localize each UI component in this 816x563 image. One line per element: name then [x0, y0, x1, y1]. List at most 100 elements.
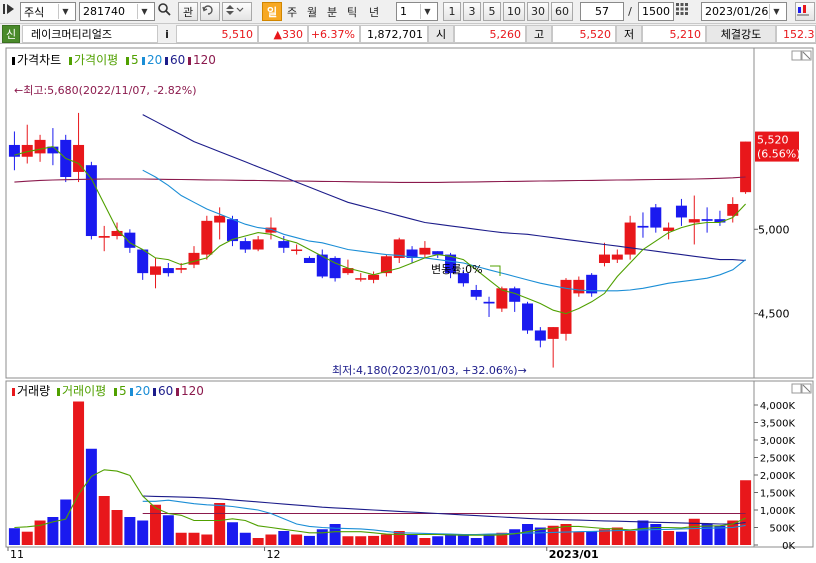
- volume-bar: [265, 534, 277, 545]
- candle-body: [701, 219, 713, 221]
- candle-body: [611, 254, 623, 260]
- period-tick-button[interactable]: 틱: [343, 2, 361, 21]
- date-select[interactable]: 2023/01/26 ▼: [701, 2, 787, 21]
- volume-tick-label: 4,000K: [760, 401, 796, 412]
- grid-settings-icon[interactable]: [675, 2, 695, 21]
- candle-body: [278, 241, 290, 248]
- volume-bar: [663, 531, 675, 545]
- market-type-select[interactable]: 주식 ▼: [20, 2, 76, 21]
- interval-select[interactable]: 1 ▼: [396, 2, 438, 21]
- volume-bar: [573, 531, 585, 545]
- total-count-field[interactable]: 1500: [638, 2, 674, 21]
- current-price: 5,510: [176, 25, 258, 43]
- candle-body: [85, 165, 97, 237]
- watchlist-button[interactable]: 관: [178, 2, 198, 21]
- volume-tick-label: 2,500K: [760, 454, 796, 465]
- volume-bar: [406, 534, 418, 545]
- open-label: 시: [428, 25, 454, 43]
- volume-maximize-icon: [791, 383, 802, 394]
- volume-title: 거래량: [17, 384, 50, 398]
- interval-3-button[interactable]: 3: [463, 2, 481, 21]
- interval-60-button[interactable]: 60: [551, 2, 573, 21]
- low-price: 5,210: [642, 25, 706, 43]
- scroll-stepper[interactable]: [222, 2, 252, 21]
- candle-body: [201, 220, 213, 255]
- chart-type-icon[interactable]: [795, 2, 815, 21]
- volume-bar: [21, 531, 33, 545]
- volume-legend-item: 120: [181, 384, 204, 398]
- volume-bar: [483, 534, 495, 545]
- candle-body: [419, 247, 431, 255]
- interval-10-button[interactable]: 10: [503, 2, 525, 21]
- volume-bar: [380, 534, 392, 545]
- volume-tick-label: 500K: [769, 524, 795, 535]
- high-label: 고: [526, 25, 552, 43]
- candle-body: [650, 207, 662, 228]
- data-count-value: 57: [595, 5, 609, 18]
- volume-bar: [470, 538, 482, 545]
- candle-body: [598, 254, 610, 264]
- low-annotation: 최저:4,180(2023/01/03, +32.06%)→: [332, 364, 527, 377]
- volume-bar: [355, 536, 367, 545]
- volume-bar: [111, 510, 123, 545]
- price-change-pct: +6.37%: [308, 25, 360, 43]
- interval-5-button[interactable]: 5: [483, 2, 501, 21]
- interval-1-button[interactable]: 1: [443, 2, 461, 21]
- price-legend-item: 120: [193, 53, 216, 67]
- volume-bar: [675, 531, 687, 545]
- period-daily-button[interactable]: 일: [262, 2, 282, 21]
- price-title: 가격차트: [17, 53, 61, 67]
- candle-body: [675, 205, 687, 218]
- candle-body: [483, 301, 495, 304]
- candle-body: [573, 279, 585, 294]
- price-legend-item: 가격이평: [74, 53, 118, 67]
- interval-30-button[interactable]: 30: [527, 2, 549, 21]
- volume-legend-item: 5: [119, 384, 127, 398]
- price-legend-marker: [142, 57, 145, 65]
- x-axis-label: 11: [10, 548, 24, 561]
- stock-code-value: 281740: [83, 5, 125, 18]
- price-tick-label: 4,500: [758, 308, 790, 321]
- price-change: ▲330: [258, 25, 308, 43]
- volume-tick-label: 3,000K: [760, 436, 796, 447]
- candle-body: [303, 257, 315, 264]
- candle-body: [291, 249, 303, 252]
- volume-bar: [124, 517, 136, 545]
- candle-body: [98, 236, 110, 238]
- volume-bar: [316, 529, 328, 545]
- stock-info-button[interactable]: i: [160, 25, 174, 43]
- volume-bar: [586, 531, 598, 545]
- high-price: 5,520: [552, 25, 616, 43]
- volume-bar: [278, 531, 290, 545]
- candle-body: [637, 225, 649, 228]
- price-panel-frame: [5, 47, 814, 379]
- chevron-down-icon: ▼: [58, 4, 72, 19]
- volume-bar: [368, 535, 380, 545]
- volume-bar: [291, 534, 303, 545]
- data-count-stepper[interactable]: 57: [580, 2, 624, 21]
- search-icon[interactable]: [157, 2, 175, 21]
- period-minute-button[interactable]: 분: [323, 2, 341, 21]
- period-weekly-button[interactable]: 주: [283, 2, 301, 21]
- period-monthly-button[interactable]: 월: [303, 2, 321, 21]
- chevron-down-icon: ▼: [420, 4, 434, 19]
- interval-value: 1: [400, 5, 407, 18]
- volume-bar: [175, 532, 187, 545]
- volume-tick-label: 3,500K: [760, 419, 796, 430]
- volume-bar: [137, 520, 149, 545]
- volume-bar: [214, 503, 226, 545]
- chart-toolbar: 주식 ▼ 281740 ▼ 관 일 주 월 분 틱 년 1 ▼ 1 3 5 10…: [0, 0, 816, 24]
- volume-legend-item: 거래이평: [62, 384, 106, 398]
- candle-body: [355, 278, 367, 280]
- volume-bar: [85, 448, 97, 545]
- stock-info-bar: 신 레이크머티리얼즈 i 5,510 ▲330 +6.37% 1,872,701…: [0, 24, 816, 44]
- chart-area: 가격차트 가격이평 5 20 60 120 거래량 거래이평 5 20 60 120 5,000 4,50…: [0, 44, 816, 563]
- refresh-icon[interactable]: [200, 2, 220, 21]
- volume-bar: [457, 534, 469, 545]
- candle-body: [214, 215, 226, 223]
- period-year-button[interactable]: 년: [363, 2, 385, 21]
- market-type-value: 주식: [24, 5, 45, 19]
- stock-code-input[interactable]: 281740 ▼: [79, 2, 155, 21]
- panel-toggle-icon[interactable]: [2, 2, 18, 21]
- volume-bar: [740, 480, 752, 545]
